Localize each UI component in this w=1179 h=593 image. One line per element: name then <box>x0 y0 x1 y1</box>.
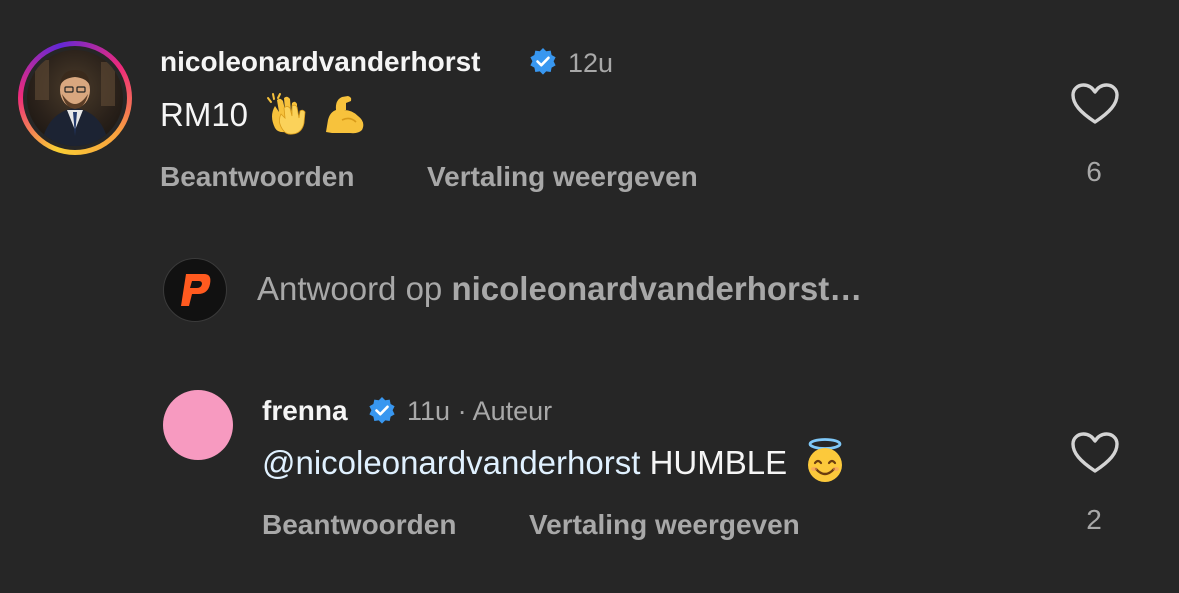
like-heart-icon[interactable] <box>1070 431 1120 475</box>
comments-panel: nicoleonardvanderhorst 12u RM10 Beantwoo… <box>0 0 1179 593</box>
avatar <box>27 50 123 146</box>
reply-button[interactable]: Beantwoorden <box>262 509 456 541</box>
comment-text: @nicoleonardvanderhorst HUMBLE <box>262 438 848 484</box>
smiling-face-with-halo-icon <box>808 438 843 483</box>
comment-username[interactable]: nicoleonardvanderhorst <box>160 46 481 78</box>
clapping-hands-icon <box>267 93 306 135</box>
comment-username[interactable]: frenna <box>262 395 348 427</box>
comment-meta: 11u · Auteur <box>407 396 552 427</box>
comment-timestamp: 12u <box>568 48 614 78</box>
reply-button[interactable]: Beantwoorden <box>160 161 354 193</box>
see-translation-button[interactable]: Vertaling weergeven <box>427 161 698 193</box>
mention-link[interactable]: @nicoleonardvanderhorst <box>262 444 640 481</box>
comment-body: RM10 <box>160 96 249 133</box>
flexed-biceps-icon <box>326 96 364 134</box>
verified-badge-icon <box>369 397 395 424</box>
see-translation-button[interactable]: Vertaling weergeven <box>529 509 800 541</box>
verified-badge-icon <box>530 48 556 75</box>
like-count: 6 <box>1086 156 1102 187</box>
meta-separator: · <box>457 396 467 426</box>
reply-prefix: Antwoord op <box>257 270 443 307</box>
comment-timestamp: 11u <box>407 396 451 426</box>
comment-text: RM10 <box>160 93 368 136</box>
reply-target-username: nicoleonardvanderhorst… <box>451 270 863 307</box>
like-heart-icon[interactable] <box>1070 82 1120 126</box>
avatar[interactable] <box>163 390 233 460</box>
my-avatar <box>163 258 227 322</box>
like-count: 2 <box>1086 504 1102 535</box>
author-tag: Auteur <box>472 396 553 426</box>
reply-to-input[interactable]: Antwoord op nicoleonardvanderhorst… <box>257 270 862 308</box>
comment-body: HUMBLE <box>649 444 788 481</box>
avatar-story-ring[interactable] <box>18 41 132 155</box>
